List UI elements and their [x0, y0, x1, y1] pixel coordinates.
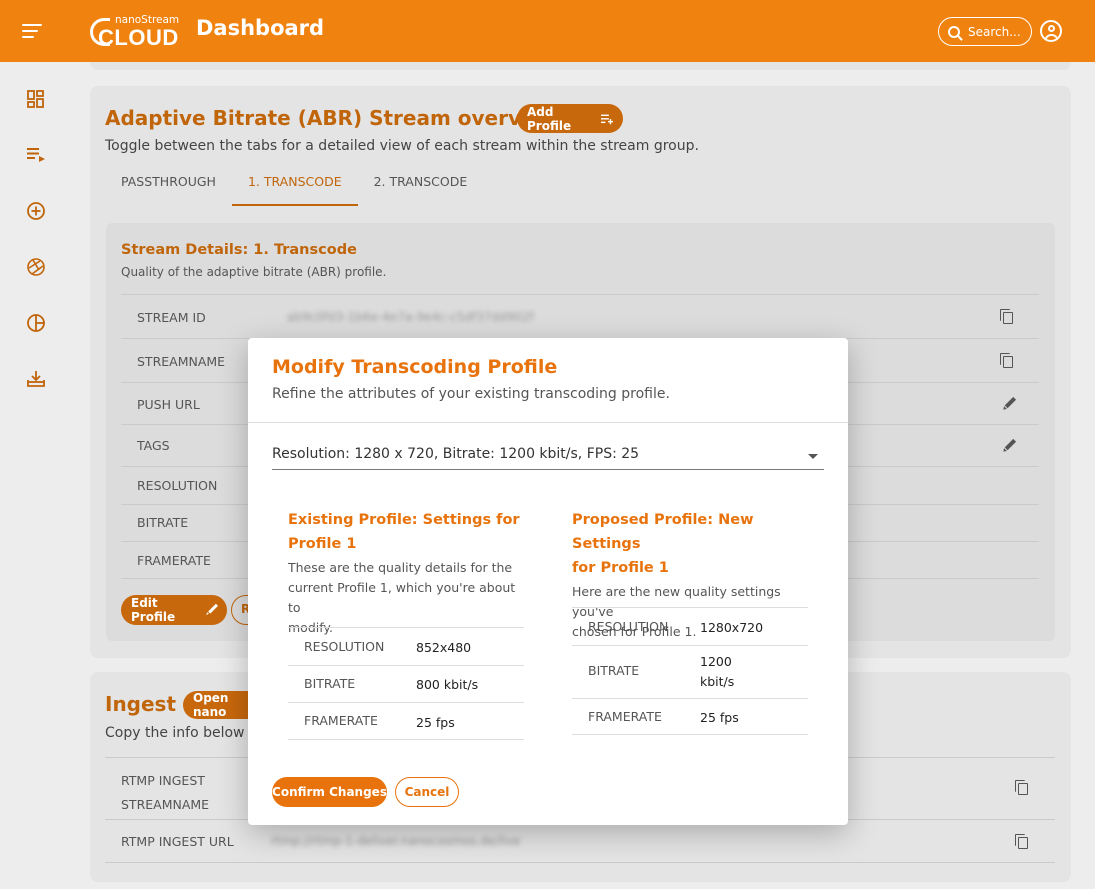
page-title: Dashboard [196, 16, 325, 40]
table-row: BITRATE 800 kbit/s [288, 665, 524, 702]
abr-subtitle: Toggle between the tabs for a detailed v… [105, 138, 699, 154]
playlist-play-icon[interactable] [26, 145, 46, 165]
dialog-subtitle: Refine the attributes of your existing t… [272, 386, 670, 402]
edit-icon[interactable] [998, 435, 1019, 456]
detail-label: PUSH URL [137, 397, 200, 412]
existing-profile-section: Existing Profile: Settings for Profile 1 … [288, 508, 524, 638]
row-value: 25 fps [700, 710, 739, 725]
tab-transcode-1[interactable]: 1. TRANSCODE [231, 170, 358, 206]
proposed-profile-title: Proposed Profile: New Settings for Profil… [572, 512, 754, 576]
logo[interactable]: nanoStream CLOUD [90, 14, 182, 50]
detail-label: TAGS [137, 438, 170, 453]
add-circle-icon[interactable] [26, 201, 46, 221]
proposed-profile-table: RESOLUTION 1280x720 BITRATE 1200 kbit/s F… [572, 607, 808, 735]
menu-icon[interactable] [22, 24, 42, 38]
ingest-row: RTMP INGEST URL rtmp://rtmp-1-deliver.na… [105, 819, 1055, 863]
search-placeholder: Search... [968, 24, 1021, 39]
row-label: RESOLUTION [588, 619, 669, 634]
edit-icon [201, 600, 221, 620]
table-row: FRAMERATE 25 fps [288, 702, 524, 740]
cancel-button[interactable]: Cancel [395, 777, 459, 807]
sidebar [0, 62, 72, 889]
table-row: FRAMERATE 25 fps [572, 698, 808, 735]
detail-label: STREAMNAME [137, 354, 226, 369]
tab-transcode-2[interactable]: 2. TRANSCODE [358, 170, 484, 206]
copy-icon[interactable] [1015, 780, 1029, 796]
account-icon[interactable] [1040, 20, 1062, 42]
download-tray-icon[interactable] [26, 369, 46, 389]
dialog-divider [248, 422, 848, 423]
confirm-changes-button[interactable]: Confirm Changes [272, 777, 387, 807]
aperture-icon[interactable] [26, 257, 46, 277]
edit-profile-label: Edit Profile [131, 596, 176, 624]
row-value: 1280x720 [700, 620, 764, 635]
row-value: 852x480 [416, 640, 472, 655]
row-label: RESOLUTION [304, 639, 385, 654]
abr-title: Adaptive Bitrate (ABR) Stream overview [105, 106, 560, 130]
detail-row: STREAM ID ab9c0fd3-1b6e-4e7a-9e4c-c5df37… [121, 294, 1039, 338]
search-icon [948, 25, 960, 38]
analytics-icon[interactable] [26, 313, 46, 333]
previous-card-edge [90, 62, 1071, 70]
table-row: RESOLUTION 852x480 [288, 627, 524, 665]
copy-icon[interactable] [1000, 309, 1014, 325]
detail-value: ab9c0fd3-1b6e-4e7a-9e4c-c5df37dd902f [287, 310, 534, 324]
profile-select-value: Resolution: 1280 x 720, Bitrate: 1200 kb… [272, 446, 640, 462]
detail-label: RESOLUTION [137, 478, 218, 493]
playlist-add-icon [600, 114, 613, 124]
copy-icon[interactable] [1015, 834, 1029, 850]
existing-profile-description: These are the quality details for the cur… [288, 560, 516, 635]
profile-select[interactable]: Resolution: 1280 x 720, Bitrate: 1200 kb… [272, 442, 824, 470]
ingest-label: RTMP INGEST URL [121, 834, 234, 849]
edit-icon[interactable] [998, 393, 1019, 414]
row-value: 25 fps [416, 715, 455, 730]
ingest-title: Ingest [105, 692, 177, 716]
dropdown-arrow-icon [808, 454, 818, 459]
detail-label: STREAM ID [137, 310, 206, 325]
search-input[interactable]: Search... [938, 17, 1032, 46]
add-profile-label: Add Profile [527, 104, 572, 133]
row-label: FRAMERATE [304, 713, 378, 728]
table-row: BITRATE 1200 kbit/s [572, 645, 808, 698]
abr-tabs: PASSTHROUGH 1. TRANSCODE 2. TRANSCODE [105, 170, 483, 206]
add-profile-button[interactable]: Add Profile [517, 104, 623, 133]
ingest-subtitle: Copy the info below to [105, 725, 264, 741]
ingest-value: rtmp://rtmp-1-deliver.nanocosmos.de/live [271, 834, 521, 848]
edit-profile-button[interactable]: Edit Profile [121, 595, 227, 625]
detail-label: FRAMERATE [137, 553, 211, 568]
stream-details-title: Stream Details: 1. Transcode [121, 242, 357, 258]
existing-profile-title: Existing Profile: Settings for Profile 1 [288, 512, 520, 552]
modify-profile-dialog: Modify Transcoding Profile Refine the at… [248, 338, 848, 825]
logo-big-text: CLOUD [98, 25, 179, 50]
row-value: 800 kbit/s [416, 677, 479, 692]
stream-details-subtitle: Quality of the adaptive bitrate (ABR) pr… [121, 265, 387, 279]
row-label: BITRATE [588, 663, 640, 678]
tab-passthrough[interactable]: PASSTHROUGH [105, 170, 232, 206]
dashboard-icon[interactable] [26, 89, 46, 109]
detail-label: BITRATE [137, 515, 189, 530]
dialog-title: Modify Transcoding Profile [272, 356, 558, 378]
row-label: FRAMERATE [588, 709, 662, 724]
copy-icon[interactable] [1000, 353, 1014, 369]
app-bar: nanoStream CLOUD Dashboard Search... [0, 0, 1095, 62]
row-label: BITRATE [304, 676, 356, 691]
existing-profile-table: RESOLUTION 852x480 BITRATE 800 kbit/s FR… [288, 627, 524, 740]
ingest-label: RTMP INGEST STREAMNAME [121, 773, 210, 812]
table-row: RESOLUTION 1280x720 [572, 607, 808, 645]
row-value: 1200 kbit/s [700, 654, 735, 689]
